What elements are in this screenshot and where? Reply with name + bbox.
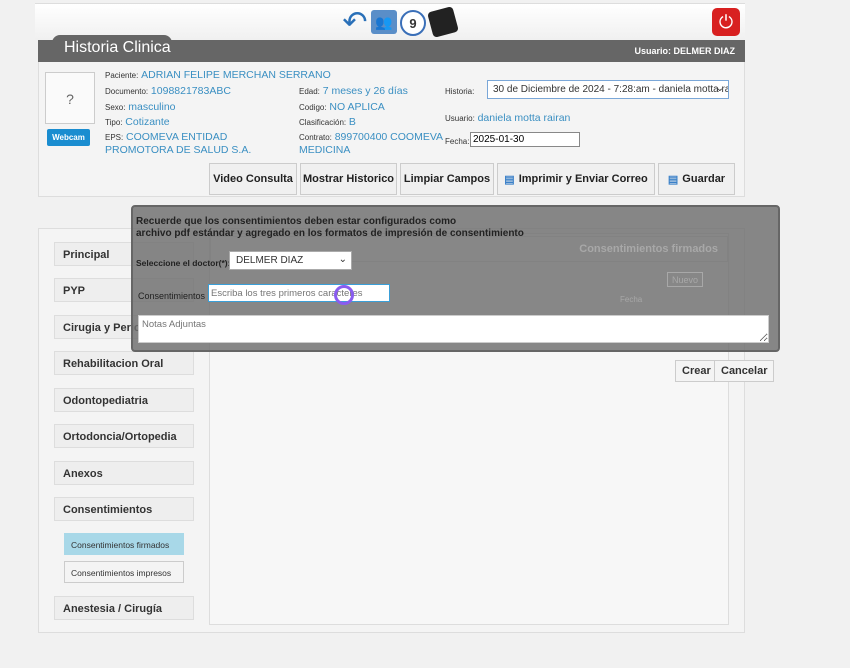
usuario-value: daniela motta rairan — [477, 112, 571, 124]
nuevo-button[interactable]: Nuevo — [667, 272, 703, 287]
eps-value: COOMEVA ENTIDAD PROMOTORA DE SALUD S.A. — [105, 131, 252, 156]
doctor-value: DELMER DIAZ — [236, 255, 304, 266]
submenu-impresos[interactable]: Consentimientos impresos — [64, 561, 184, 583]
device-icon[interactable] — [427, 6, 459, 38]
edad-value: 7 meses y 26 días — [322, 85, 408, 97]
menu-ortodoncia[interactable]: Ortodoncia/Ortopedia — [54, 424, 194, 448]
consent-label: Consentimientos — [138, 291, 206, 301]
guardar-button[interactable]: ▤ Guardar — [658, 163, 735, 195]
section-title: Consentimientos firmados — [579, 243, 718, 255]
clasificacion-label: Clasificación: — [299, 118, 347, 127]
back-arrow-icon[interactable]: ↶ — [340, 6, 370, 39]
document-icon: ▤ — [504, 173, 515, 186]
menu-rehabilitacion[interactable]: Rehabilitacion Oral — [54, 351, 194, 375]
tipo-label: Tipo: — [105, 118, 123, 127]
submenu-firmados[interactable]: Consentimientos firmados — [64, 533, 184, 555]
menu-consentimientos[interactable]: Consentimientos — [54, 497, 194, 521]
crear-button[interactable]: Crear — [675, 360, 718, 382]
historia-value: 30 de Diciembre de 2024 - 7:28:am - dani… — [493, 84, 729, 95]
clasificacion-value: B — [348, 116, 356, 128]
cursor-indicator — [334, 285, 354, 305]
menu-anexos[interactable]: Anexos — [54, 461, 194, 485]
chevron-down-icon: ⌄ — [715, 83, 724, 94]
consent-input[interactable] — [208, 284, 390, 302]
video-consulta-button[interactable]: Video Consulta — [209, 163, 297, 195]
chevron-down-icon: ⌄ — [338, 254, 347, 265]
sexo-label: Sexo: — [105, 103, 126, 112]
page-title: Historia Clinica — [52, 35, 172, 62]
imprimir-button[interactable]: ▤ Imprimir y Enviar Correo — [497, 163, 655, 195]
historia-select[interactable]: 30 de Diciembre de 2024 - 7:28:am - dani… — [487, 80, 729, 99]
fecha-column: Fecha — [620, 295, 643, 304]
fecha-input[interactable] — [470, 132, 580, 147]
doctor-label: Seleccione el doctor(*): — [136, 258, 231, 268]
edad-label: Edad: — [299, 87, 320, 96]
historia-label: Historia: — [445, 87, 475, 96]
mostrar-historico-button[interactable]: Mostrar Historico — [300, 163, 397, 195]
documento-value: 1098821783ABC — [150, 85, 231, 97]
contrato-label: Contrato: — [299, 133, 332, 142]
users-icon[interactable]: 👥 — [371, 10, 397, 34]
codigo-value: NO APLICA — [329, 101, 385, 113]
fecha-label: Fecha: — [445, 137, 470, 146]
doctor-select[interactable]: DELMER DIAZ ⌄ — [229, 251, 352, 270]
current-user: Usuario: DELMER DIAZ — [634, 46, 735, 56]
limpiar-campos-button[interactable]: Limpiar Campos — [400, 163, 494, 195]
menu-odontopediatria[interactable]: Odontopediatria — [54, 388, 194, 412]
imprimir-label: Imprimir y Enviar Correo — [518, 173, 648, 185]
dialog-notice: Recuerde que los consentimientos deben e… — [136, 216, 524, 239]
usuario-label: Usuario: — [445, 114, 475, 123]
documento-label: Documento: — [105, 87, 149, 96]
cancelar-button[interactable]: Cancelar — [714, 360, 775, 382]
guardar-label: Guardar — [682, 173, 726, 185]
calendar-icon[interactable]: 9 — [400, 10, 426, 36]
menu-anestesia[interactable]: Anestesia / Cirugía — [54, 596, 194, 620]
patient-photo: ? — [45, 72, 95, 124]
document-icon: ▤ — [667, 173, 679, 186]
notes-textarea[interactable] — [138, 315, 769, 343]
webcam-button[interactable]: Webcam — [47, 129, 90, 146]
tipo-value: Cotizante — [125, 116, 170, 128]
sexo-value: masculino — [128, 101, 176, 113]
paciente-label: Paciente: — [105, 71, 139, 80]
codigo-label: Codigo: — [299, 103, 327, 112]
power-icon[interactable]: ⏻ — [712, 8, 740, 36]
eps-label: EPS: — [105, 133, 124, 142]
paciente-value: ADRIAN FELIPE MERCHAN SERRANO — [141, 69, 331, 81]
